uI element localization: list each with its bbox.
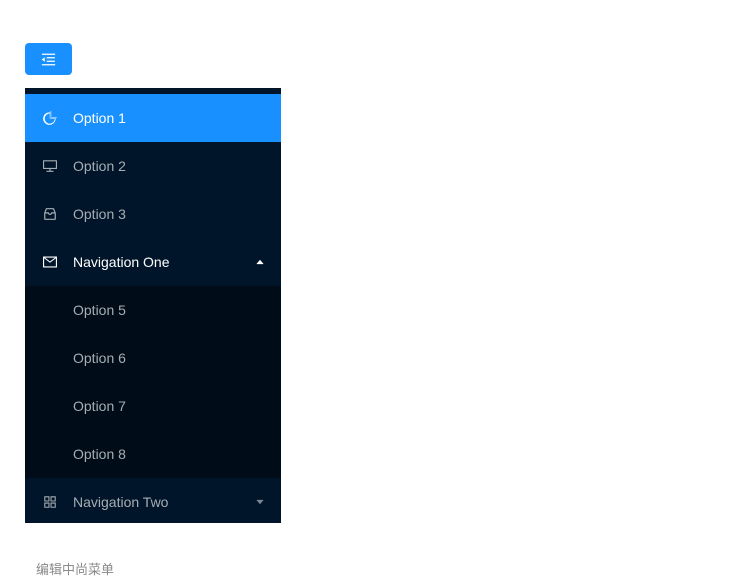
chevron-up-icon[interactable]: [255, 257, 265, 267]
menu-fold-icon: [40, 51, 57, 68]
sidebar-item-option-3[interactable]: Option 3: [25, 190, 281, 238]
submenu-item-option-8[interactable]: Option 8: [25, 430, 281, 478]
sidebar-navigation: Option 1 Option 2 Option 3 Navigation On…: [25, 88, 281, 523]
desktop-icon: [41, 157, 59, 175]
sidebar-item-option-1[interactable]: Option 1: [25, 94, 281, 142]
submenu-item-option-6[interactable]: Option 6: [25, 334, 281, 382]
chevron-down-icon[interactable]: [255, 497, 265, 507]
page-caption: 编辑中尚菜单: [36, 562, 115, 577]
appstore-grid-icon: [41, 493, 59, 511]
sidebar-item-label: Option 1: [73, 110, 126, 126]
submenu-item-option-7[interactable]: Option 7: [25, 382, 281, 430]
submenu-item-option-5[interactable]: Option 5: [25, 286, 281, 334]
sidebar-submenu-label: Navigation Two: [73, 494, 169, 510]
menu-list: Option 1 Option 2 Option 3 Navigation On…: [25, 94, 281, 523]
sidebar-item-label: Option 2: [73, 158, 126, 174]
sidebar-item-option-2[interactable]: Option 2: [25, 142, 281, 190]
sidebar-submenu-navigation-one[interactable]: Navigation One: [25, 238, 281, 286]
sidebar-item-label: Option 3: [73, 206, 126, 222]
inbox-icon: [41, 205, 59, 223]
page-root: Option 1 Option 2 Option 3 Navigation On…: [0, 0, 747, 577]
pie-chart-icon: [41, 109, 59, 127]
submenu-navigation-one-items: Option 5 Option 6 Option 7 Option 8: [25, 286, 281, 478]
mail-icon: [41, 253, 59, 271]
sidebar-submenu-label: Navigation One: [73, 254, 170, 270]
sidebar-submenu-navigation-two[interactable]: Navigation Two: [25, 478, 281, 523]
sidebar-collapse-toggle-button[interactable]: [25, 43, 72, 75]
